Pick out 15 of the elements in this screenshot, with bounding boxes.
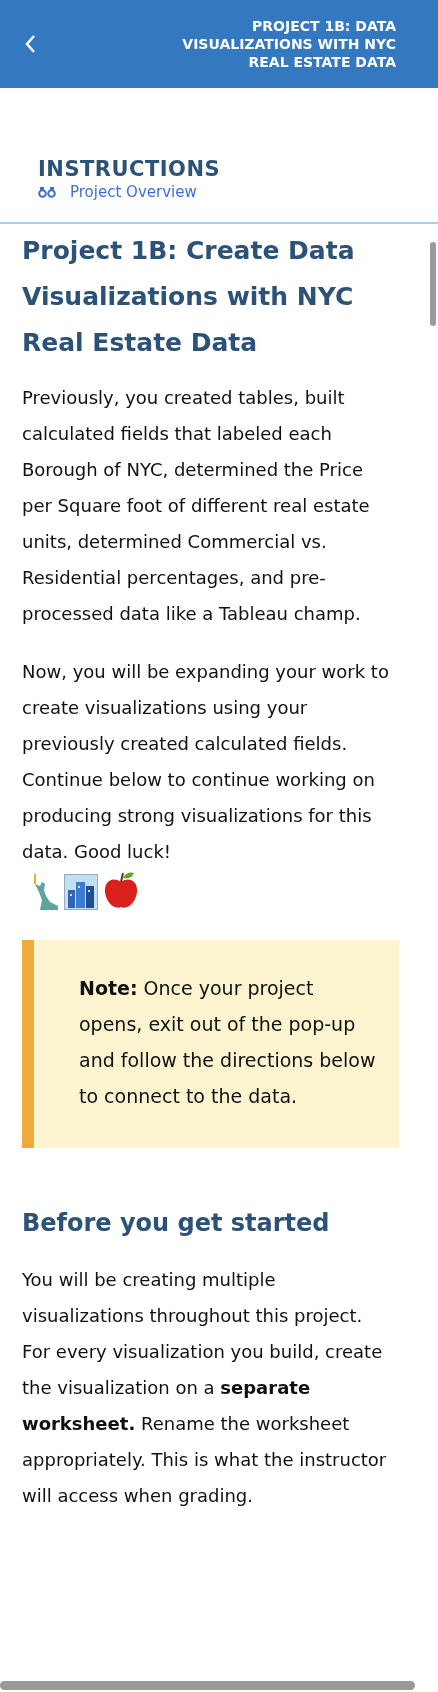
back-icon: [23, 33, 37, 55]
binoculars-icon: [38, 186, 56, 198]
apple-icon: [102, 870, 140, 910]
paragraph: You will be creating multiple visualizations throughout this project. For every visualization you build, create the visualization on a separate worksheet. Rename the worksheet appropriately. This is what the instructor will access when grading.: [22, 1268, 388, 1508]
city-icon: [64, 874, 98, 910]
paragraph: Now, you will be expanding your work to create visualizations using your previously created calculated fields. Continue below to continue working on producing strong visualizations for this data. Good luck!: [22, 660, 390, 864]
overview-link[interactable]: Project Overview: [38, 182, 438, 202]
article-title: Project 1B: Create Data Visualizations with NYC Real Estate Data: [22, 235, 356, 359]
page-title: PROJECT 1B: DATA VISUALIZATIONS WITH NYC REAL ESTATE DATA: [181, 17, 396, 71]
paragraph: Previously, you created tables, built calculated fields that labeled each Borough of NYC, determined the Price per Square foot of different real estate units, determined Commercial vs. Residential percentages, and pre-processed data like a Tableau champ.: [22, 386, 371, 626]
vertical-scrollbar[interactable]: [430, 242, 436, 326]
note-text: Note: Once your project opens, exit out of the pop-up and follow the directions below to connect to the data.: [79, 976, 377, 1109]
section-heading: Before you get started: [22, 1208, 331, 1239]
horizontal-scrollbar[interactable]: [0, 1681, 415, 1690]
section-heading: INSTRUCTIONS: [38, 156, 222, 182]
